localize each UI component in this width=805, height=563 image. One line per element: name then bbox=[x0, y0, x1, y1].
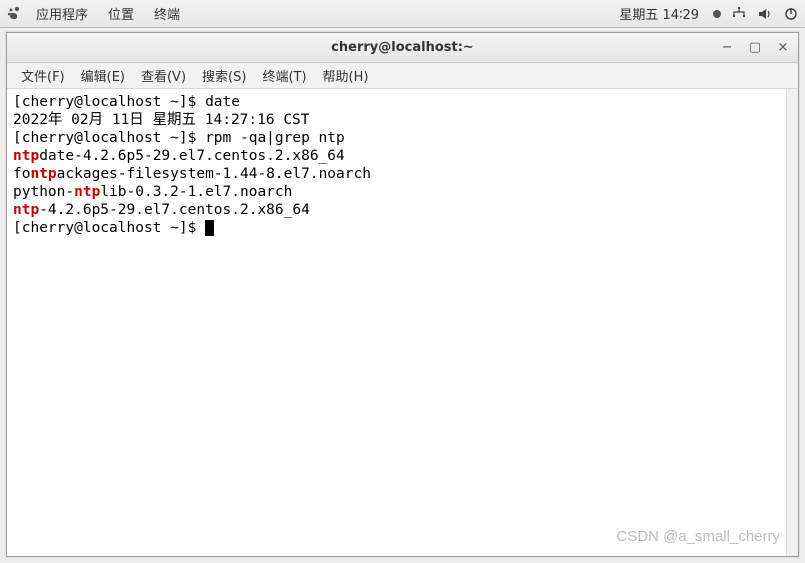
panel-places[interactable]: 位置 bbox=[98, 0, 144, 27]
output-text: python- bbox=[13, 184, 74, 200]
scrollbar[interactable] bbox=[786, 89, 798, 556]
network-icon[interactable] bbox=[731, 6, 747, 22]
output-text: fo bbox=[13, 166, 30, 182]
notification-dot-icon[interactable] bbox=[713, 10, 721, 18]
window-title: cherry@localhost:~ bbox=[331, 40, 474, 55]
window-controls: − ▢ × bbox=[720, 41, 790, 55]
window-titlebar[interactable]: cherry@localhost:~ − ▢ × bbox=[7, 33, 798, 63]
terminal-area[interactable]: [cherry@localhost ~]$ date 2022年 02月 11日… bbox=[7, 89, 798, 556]
command-rpm-grep: rpm -qa|grep ntp bbox=[205, 130, 345, 146]
gnome-logo-icon bbox=[6, 6, 22, 22]
grep-match: ntp bbox=[13, 148, 39, 164]
term-line-python-ntplib: python-ntplib-0.3.2-1.el7.noarch bbox=[13, 183, 792, 201]
menu-terminal[interactable]: 终端(T) bbox=[254, 63, 314, 88]
grep-match: ntp bbox=[30, 166, 56, 182]
panel-terminal-task[interactable]: 终端 bbox=[144, 0, 190, 27]
panel-left: 应用程序 位置 终端 bbox=[6, 0, 190, 27]
power-icon[interactable] bbox=[783, 6, 799, 22]
menu-search[interactable]: 搜索(S) bbox=[194, 63, 254, 88]
panel-clock[interactable]: 星期五 14∶29 bbox=[619, 4, 699, 23]
menu-view[interactable]: 查看(V) bbox=[133, 63, 194, 88]
panel-applications[interactable]: 应用程序 bbox=[26, 0, 98, 27]
menubar: 文件(F) 编辑(E) 查看(V) 搜索(S) 终端(T) 帮助(H) bbox=[7, 63, 798, 89]
volume-icon[interactable] bbox=[757, 6, 773, 22]
output-text: -4.2.6p5-29.el7.centos.2.x86_64 bbox=[39, 202, 310, 218]
term-line-fontpackages: fontpackages-filesystem-1.44-8.el7.noarc… bbox=[13, 165, 792, 183]
panel-right: 星期五 14∶29 bbox=[619, 4, 799, 23]
menu-help[interactable]: 帮助(H) bbox=[315, 63, 377, 88]
grep-match: ntp bbox=[74, 184, 100, 200]
prompt: [cherry@localhost ~]$ bbox=[13, 130, 205, 146]
term-line-prompt-idle: [cherry@localhost ~]$ bbox=[13, 219, 792, 237]
cursor-icon bbox=[205, 220, 214, 236]
menu-edit[interactable]: 编辑(E) bbox=[73, 63, 133, 88]
menu-file[interactable]: 文件(F) bbox=[13, 63, 73, 88]
terminal-window: cherry@localhost:~ − ▢ × 文件(F) 编辑(E) 查看(… bbox=[6, 32, 799, 557]
output-text: lib-0.3.2-1.el7.noarch bbox=[100, 184, 292, 200]
grep-match: ntp bbox=[13, 202, 39, 218]
prompt: [cherry@localhost ~]$ bbox=[13, 220, 205, 236]
term-line-prompt-date: [cherry@localhost ~]$ date bbox=[13, 93, 792, 111]
output-text: date-4.2.6p5-29.el7.centos.2.x86_64 bbox=[39, 148, 345, 164]
command-date: date bbox=[205, 94, 240, 110]
term-line-prompt-rpm: [cherry@localhost ~]$ rpm -qa|grep ntp bbox=[13, 129, 792, 147]
prompt: [cherry@localhost ~]$ bbox=[13, 94, 205, 110]
output-text: ackages-filesystem-1.44-8.el7.noarch bbox=[57, 166, 371, 182]
minimize-button[interactable]: − bbox=[720, 41, 734, 55]
term-line-ntp: ntp-4.2.6p5-29.el7.centos.2.x86_64 bbox=[13, 201, 792, 219]
system-panel: 应用程序 位置 终端 星期五 14∶29 bbox=[0, 0, 805, 28]
term-line-ntpdate: ntpdate-4.2.6p5-29.el7.centos.2.x86_64 bbox=[13, 147, 792, 165]
maximize-button[interactable]: ▢ bbox=[748, 41, 762, 55]
watermark: CSDN @a_small_cherry bbox=[616, 528, 780, 546]
close-button[interactable]: × bbox=[776, 41, 790, 55]
term-line-date-output: 2022年 02月 11日 星期五 14:27:16 CST bbox=[13, 111, 792, 129]
